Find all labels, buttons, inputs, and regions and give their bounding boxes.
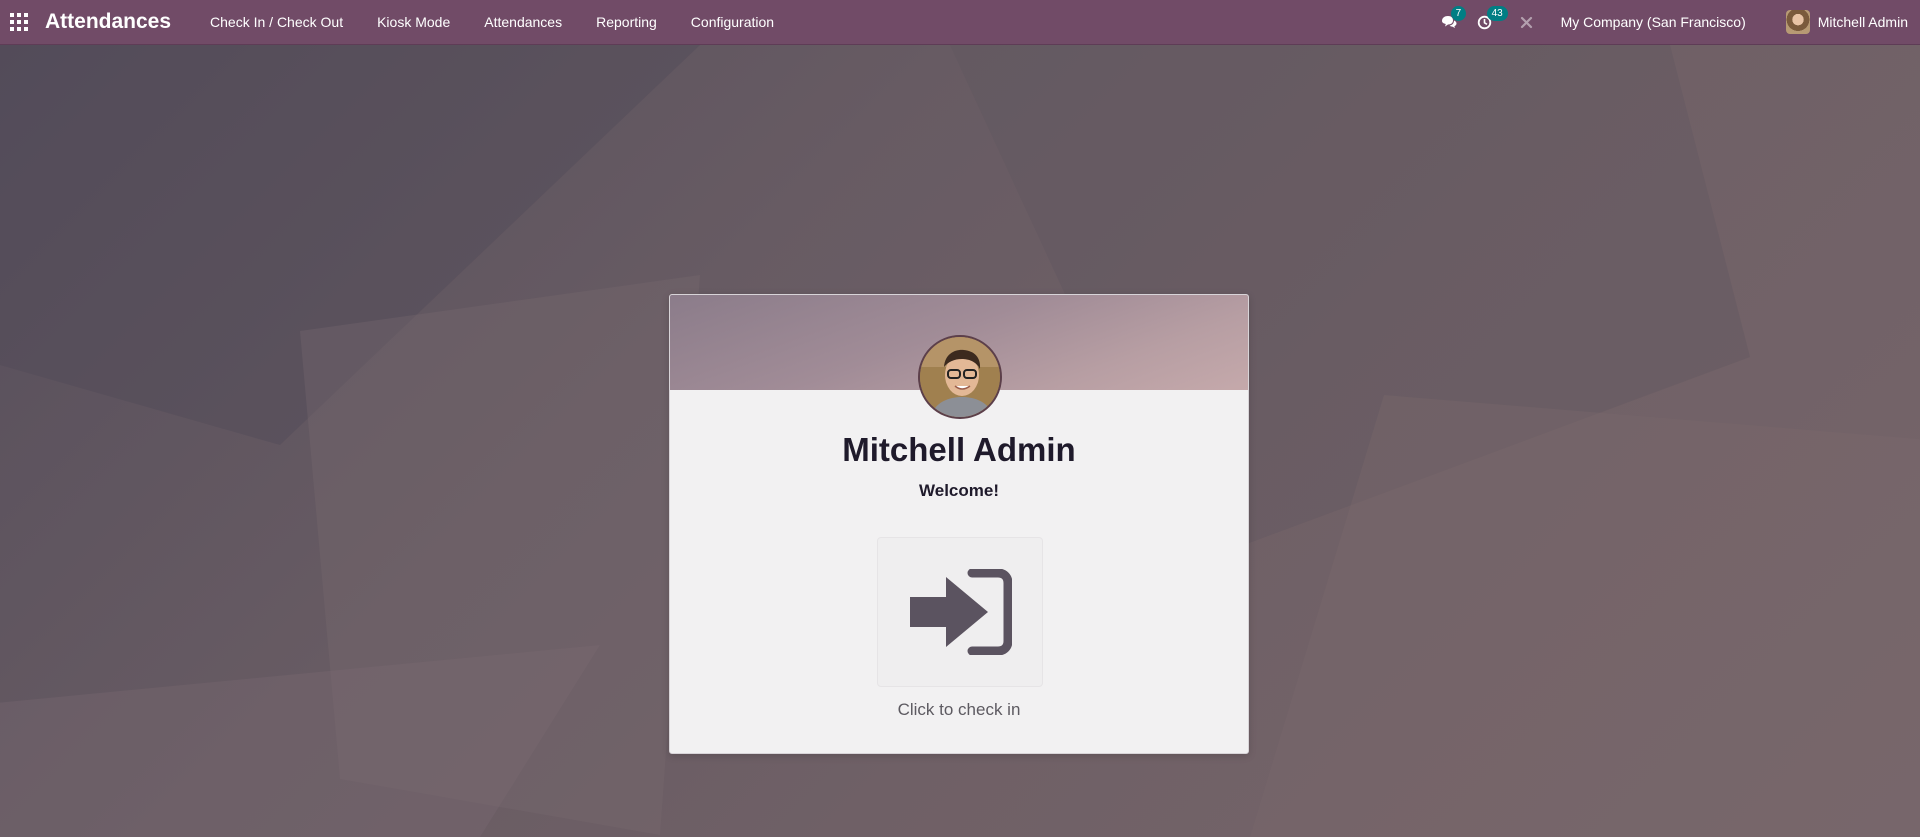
apps-grid-icon[interactable] (10, 13, 28, 31)
messages-badge: 7 (1450, 5, 1467, 21)
top-navbar: Attendances Check In / Check Out Kiosk M… (0, 0, 1920, 45)
greeting-text: Welcome! (919, 481, 999, 500)
menu-item-attendances[interactable]: Attendances (467, 14, 579, 30)
greeting-card: Mitchell Admin Welcome! Click to check i… (669, 294, 1249, 754)
menu-item-reporting[interactable]: Reporting (579, 14, 674, 30)
activities-badge: 43 (1486, 5, 1508, 21)
employee-name: Mitchell Admin (842, 431, 1076, 468)
activities-menu[interactable]: 43 (1467, 0, 1508, 45)
menu-item-configuration[interactable]: Configuration (674, 14, 791, 30)
employee-avatar (918, 335, 1002, 419)
user-avatar (1785, 10, 1810, 34)
menu-item-check-in-out[interactable]: Check In / Check Out (193, 14, 360, 30)
user-name: Mitchell Admin (1817, 14, 1908, 30)
main-menu: Check In / Check Out Kiosk Mode Attendan… (193, 14, 791, 30)
sign-in-icon (910, 569, 1012, 655)
messaging-menu[interactable]: 7 (1431, 0, 1467, 45)
app-title[interactable]: Attendances (45, 10, 171, 34)
close-icon[interactable] (1511, 16, 1543, 29)
company-switcher[interactable]: My Company (San Francisco) (1561, 14, 1746, 30)
check-in-label: Click to check in (897, 700, 1021, 719)
menu-item-kiosk-mode[interactable]: Kiosk Mode (360, 14, 467, 30)
check-in-button[interactable] (877, 537, 1043, 687)
user-menu[interactable]: Mitchell Admin (1785, 10, 1908, 34)
systray: 7 43 My Company (San Francisco) Mitchell… (1431, 0, 1920, 44)
